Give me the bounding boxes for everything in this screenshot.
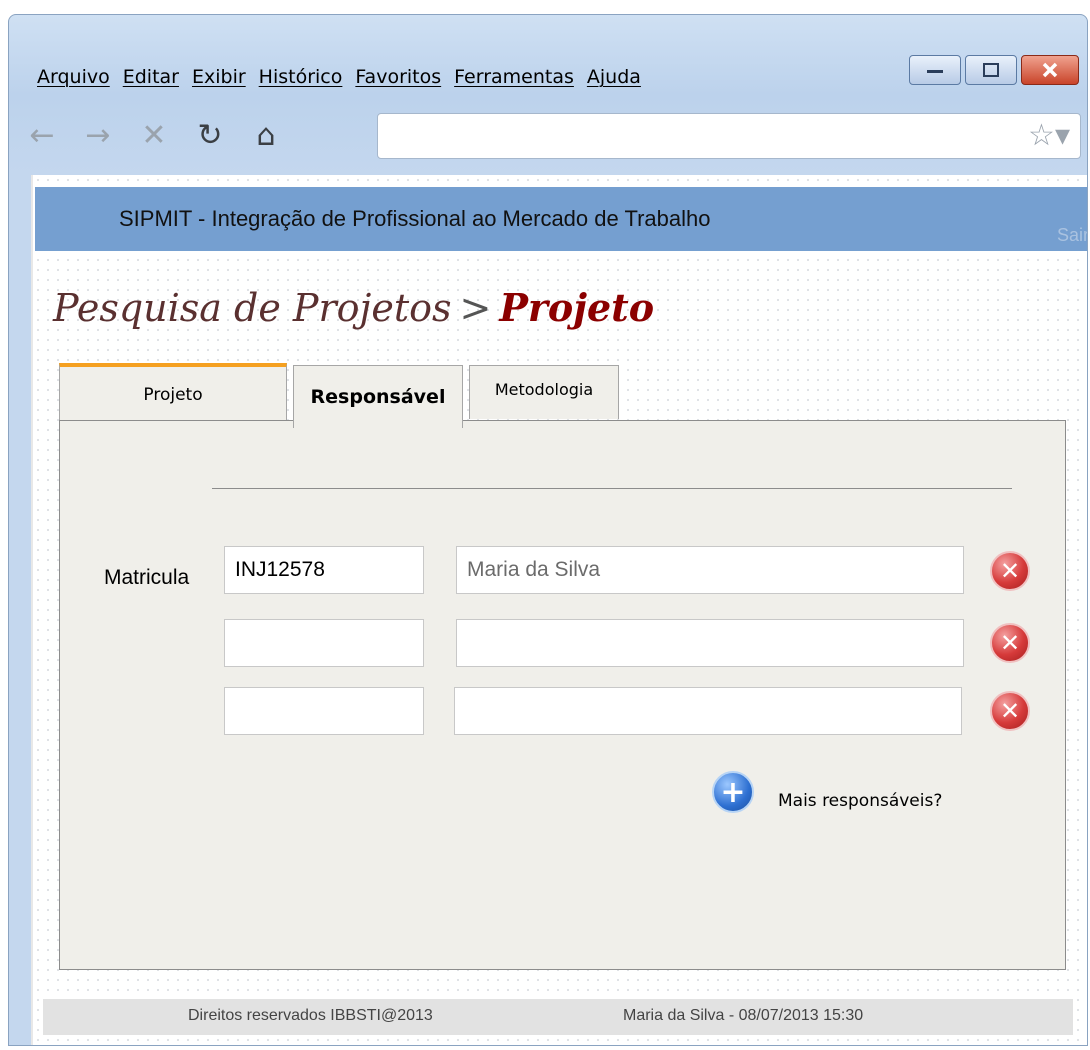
- matricula-input-2[interactable]: [224, 619, 424, 667]
- plus-icon: +: [720, 774, 746, 810]
- divider: [212, 488, 1012, 489]
- remove-row-2-button[interactable]: ✕: [990, 623, 1030, 663]
- matricula-input-1[interactable]: [224, 546, 424, 594]
- delete-icon: ✕: [999, 557, 1021, 585]
- breadcrumb-parent[interactable]: Pesquisa de Projetos: [53, 286, 451, 330]
- maximize-icon: [983, 63, 999, 77]
- responsavel-name-field-3[interactable]: [454, 687, 962, 735]
- matricula-label: Matricula: [104, 566, 190, 589]
- menu-favoritos[interactable]: Favoritos: [355, 66, 441, 88]
- tab-metodologia[interactable]: Metodologia: [469, 365, 619, 419]
- stop-button[interactable]: ✕: [131, 115, 177, 155]
- add-responsavel-button[interactable]: +: [712, 771, 754, 813]
- home-button[interactable]: ⌂: [243, 115, 289, 155]
- breadcrumb: Pesquisa de Projetos > Projeto: [53, 285, 654, 330]
- delete-icon: ✕: [999, 697, 1021, 725]
- menu-exibir[interactable]: Exibir: [192, 66, 246, 88]
- copyright-text: Direitos reservados IBBSTI@2013: [188, 1007, 433, 1024]
- logout-link[interactable]: Sair: [1057, 203, 1087, 267]
- app-title: SIPMIT - Integração de Profissional ao M…: [119, 206, 711, 231]
- remove-row-1-button[interactable]: ✕: [990, 551, 1030, 591]
- responsavel-panel: Matricula ✕ ✕ ✕ + Mais responsáveis?: [59, 420, 1066, 970]
- navigation-toolbar: ← → ✕ ↻ ⌂ ☆▾: [9, 105, 1087, 165]
- tab-responsavel[interactable]: Responsável: [293, 365, 463, 428]
- address-bar[interactable]: ☆▾: [377, 113, 1081, 159]
- reload-icon: ↻: [197, 117, 223, 153]
- menu-ajuda[interactable]: Ajuda: [587, 66, 641, 88]
- browser-window: Arquivo Editar Exibir Histórico Favorito…: [8, 14, 1088, 1046]
- footer: Direitos reservados IBBSTI@2013 Maria da…: [43, 999, 1073, 1035]
- remove-row-3-button[interactable]: ✕: [990, 691, 1030, 731]
- back-button[interactable]: ←: [19, 115, 65, 155]
- reload-button[interactable]: ↻: [187, 115, 233, 155]
- stop-icon: ✕: [141, 117, 167, 153]
- responsavel-name-field-2[interactable]: [456, 619, 964, 667]
- window-controls: [909, 55, 1079, 85]
- menu-arquivo[interactable]: Arquivo: [37, 66, 110, 88]
- tab-label: Metodologia: [494, 380, 594, 399]
- menu-historico[interactable]: Histórico: [259, 66, 343, 88]
- bookmark-star-icon[interactable]: ☆▾: [1028, 118, 1070, 153]
- home-icon: ⌂: [256, 117, 276, 153]
- tab-label: Responsável: [310, 386, 446, 408]
- responsavel-name-field-1[interactable]: [456, 546, 964, 594]
- maximize-button[interactable]: [965, 55, 1017, 85]
- user-session-info: Maria da Silva - 08/07/2013 15:30: [623, 1007, 864, 1024]
- close-window-button[interactable]: [1021, 55, 1079, 85]
- delete-icon: ✕: [999, 629, 1021, 657]
- minimize-icon: [927, 70, 943, 73]
- minimize-button[interactable]: [909, 55, 961, 85]
- back-arrow-icon: ←: [29, 117, 55, 153]
- add-more-label[interactable]: Mais responsáveis?: [778, 791, 942, 811]
- tab-label: Projeto: [143, 385, 203, 405]
- menu-bar: Arquivo Editar Exibir Histórico Favorito…: [9, 59, 897, 95]
- page-content: SIPMIT - Integração de Profissional ao M…: [31, 175, 1087, 1045]
- close-icon: [1042, 62, 1058, 78]
- tab-projeto[interactable]: Projeto: [59, 363, 287, 423]
- breadcrumb-current: Projeto: [499, 285, 655, 330]
- forward-button[interactable]: →: [75, 115, 121, 155]
- app-header: SIPMIT - Integração de Profissional ao M…: [35, 187, 1087, 251]
- matricula-input-3[interactable]: [224, 687, 424, 735]
- menu-ferramentas[interactable]: Ferramentas: [454, 66, 574, 88]
- menu-editar[interactable]: Editar: [123, 66, 179, 88]
- breadcrumb-separator: >: [459, 286, 492, 330]
- forward-arrow-icon: →: [85, 117, 111, 153]
